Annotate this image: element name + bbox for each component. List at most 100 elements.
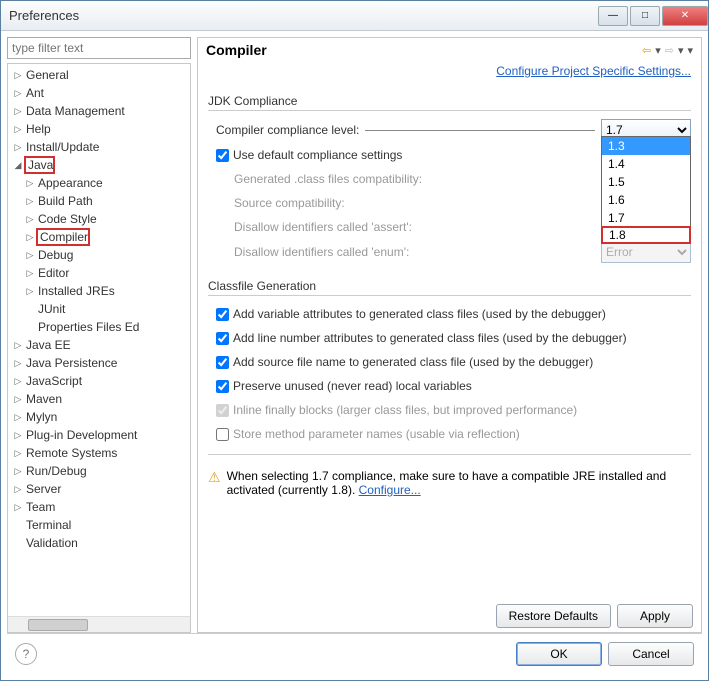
default-compliance-checkbox[interactable] <box>216 149 229 162</box>
tree-item-maven[interactable]: ▷Maven <box>8 390 190 408</box>
tree-item-help[interactable]: ▷Help <box>8 120 190 138</box>
enum-combo: Error <box>601 241 691 263</box>
src-file-checkbox[interactable] <box>216 356 229 369</box>
tree-item-ant[interactable]: ▷Ant <box>8 84 190 102</box>
tree: ▷General▷Ant▷Data Management▷Help▷Instal… <box>7 63 191 633</box>
tree-item-server[interactable]: ▷Server <box>8 480 190 498</box>
tree-item-label: Build Path <box>36 194 93 208</box>
tree-item-install-update[interactable]: ▷Install/Update <box>8 138 190 156</box>
close-button[interactable]: ✕ <box>662 6 708 26</box>
tree-item-label: JUnit <box>36 302 65 316</box>
tree-item-code-style[interactable]: ▷Code Style <box>8 210 190 228</box>
project-settings-link[interactable]: Configure Project Specific Settings... <box>496 64 691 78</box>
tree-item-label: General <box>24 68 69 82</box>
filter-input[interactable] <box>7 37 191 59</box>
left-panel: ▷General▷Ant▷Data Management▷Help▷Instal… <box>7 37 191 633</box>
tree-item-javascript[interactable]: ▷JavaScript <box>8 372 190 390</box>
tree-item-label: Java EE <box>24 338 71 352</box>
tree-item-java-ee[interactable]: ▷Java EE <box>8 336 190 354</box>
tree-item-label: Mylyn <box>24 410 57 424</box>
tree-item-terminal[interactable]: Terminal <box>8 516 190 534</box>
twisty-icon: ▷ <box>12 124 24 135</box>
nav-arrows: ⇦ ▾ ⇨ ▾ ▾ <box>642 44 693 57</box>
tree-item-compiler[interactable]: ▷Compiler <box>8 228 190 246</box>
src-file-label: Add source file name to generated class … <box>233 355 593 369</box>
forward-icon[interactable]: ⇨ <box>665 44 674 57</box>
tree-item-label: Java <box>24 156 55 174</box>
preferences-window: Preferences — □ ✕ ▷General▷Ant▷Data Mana… <box>0 0 709 681</box>
tree-item-junit[interactable]: JUnit <box>8 300 190 318</box>
back-drop-icon[interactable]: ▾ <box>655 44 661 57</box>
twisty-icon: ▷ <box>24 268 36 279</box>
cancel-button[interactable]: Cancel <box>608 642 694 666</box>
tree-item-label: Maven <box>24 392 62 406</box>
dropdown-option-1-3[interactable]: 1.3 <box>602 137 690 155</box>
tree-item-run-debug[interactable]: ▷Run/Debug <box>8 462 190 480</box>
line-num-checkbox[interactable] <box>216 332 229 345</box>
tree-item-validation[interactable]: Validation <box>8 534 190 552</box>
twisty-icon: ▷ <box>12 466 24 477</box>
enum-label: Disallow identifiers called 'enum': <box>234 245 601 259</box>
tree-item-editor[interactable]: ▷Editor <box>8 264 190 282</box>
window-title: Preferences <box>9 8 596 23</box>
tree-item-team[interactable]: ▷Team <box>8 498 190 516</box>
dropdown-option-1-7[interactable]: 1.7 <box>602 209 690 227</box>
tree-item-plug-in-development[interactable]: ▷Plug-in Development <box>8 426 190 444</box>
configure-link[interactable]: Configure... <box>359 483 421 497</box>
restore-defaults-button[interactable]: Restore Defaults <box>496 604 611 628</box>
twisty-icon: ▷ <box>12 142 24 153</box>
ok-button[interactable]: OK <box>516 642 602 666</box>
twisty-icon: ◢ <box>12 160 24 171</box>
window-buttons: — □ ✕ <box>596 6 708 26</box>
dropdown-option-1-5[interactable]: 1.5 <box>602 173 690 191</box>
twisty-icon: ▷ <box>24 250 36 261</box>
tree-item-label: Code Style <box>36 212 97 226</box>
titlebar: Preferences — □ ✕ <box>1 1 708 31</box>
apply-button[interactable]: Apply <box>617 604 693 628</box>
maximize-button[interactable]: □ <box>630 6 660 26</box>
line-num-label: Add line number attributes to generated … <box>233 331 627 345</box>
tree-item-general[interactable]: ▷General <box>8 66 190 84</box>
twisty-icon: ▷ <box>12 430 24 441</box>
twisty-icon: ▷ <box>12 340 24 351</box>
tree-item-properties-files-ed[interactable]: Properties Files Ed <box>8 318 190 336</box>
tree-item-label: Validation <box>24 536 78 550</box>
tree-item-label: Help <box>24 122 51 136</box>
tree-item-label: JavaScript <box>24 374 82 388</box>
twisty-icon: ▷ <box>12 412 24 423</box>
classfile-group-label: Classfile Generation <box>208 279 691 293</box>
inline-label: Inline finally blocks (larger class file… <box>233 403 577 417</box>
tree-item-installed-jres[interactable]: ▷Installed JREs <box>8 282 190 300</box>
tree-item-build-path[interactable]: ▷Build Path <box>8 192 190 210</box>
tree-item-label: Java Persistence <box>24 356 117 370</box>
tree-item-label: Install/Update <box>24 140 99 154</box>
back-icon[interactable]: ⇦ <box>642 44 651 57</box>
twisty-icon: ▷ <box>12 484 24 495</box>
tree-item-data-management[interactable]: ▷Data Management <box>8 102 190 120</box>
tree-item-mylyn[interactable]: ▷Mylyn <box>8 408 190 426</box>
dropdown-option-1-8[interactable]: 1.8 <box>601 226 691 244</box>
compliance-dropdown[interactable]: 1.31.41.51.61.71.8 <box>601 136 691 244</box>
menu-icon[interactable]: ▾ <box>687 44 693 57</box>
tree-item-label: Plug-in Development <box>24 428 137 442</box>
store-checkbox[interactable] <box>216 428 229 441</box>
tree-item-remote-systems[interactable]: ▷Remote Systems <box>8 444 190 462</box>
minimize-button[interactable]: — <box>598 6 628 26</box>
twisty-icon: ▷ <box>24 178 36 189</box>
help-icon[interactable]: ? <box>15 643 37 665</box>
tree-item-java-persistence[interactable]: ▷Java Persistence <box>8 354 190 372</box>
preserve-checkbox[interactable] <box>216 380 229 393</box>
horizontal-scrollbar[interactable] <box>8 616 190 632</box>
fwd-drop-icon[interactable]: ▾ <box>678 44 684 57</box>
twisty-icon: ▷ <box>24 232 36 243</box>
var-attr-checkbox[interactable] <box>216 308 229 321</box>
tree-item-debug[interactable]: ▷Debug <box>8 246 190 264</box>
dropdown-option-1-4[interactable]: 1.4 <box>602 155 690 173</box>
tree-item-java[interactable]: ◢Java <box>8 156 190 174</box>
tree-item-appearance[interactable]: ▷Appearance <box>8 174 190 192</box>
dropdown-option-1-6[interactable]: 1.6 <box>602 191 690 209</box>
twisty-icon: ▷ <box>12 106 24 117</box>
tree-item-label: Server <box>24 482 61 496</box>
default-compliance-label: Use default compliance settings <box>233 148 402 162</box>
tree-item-label: Appearance <box>36 176 103 190</box>
